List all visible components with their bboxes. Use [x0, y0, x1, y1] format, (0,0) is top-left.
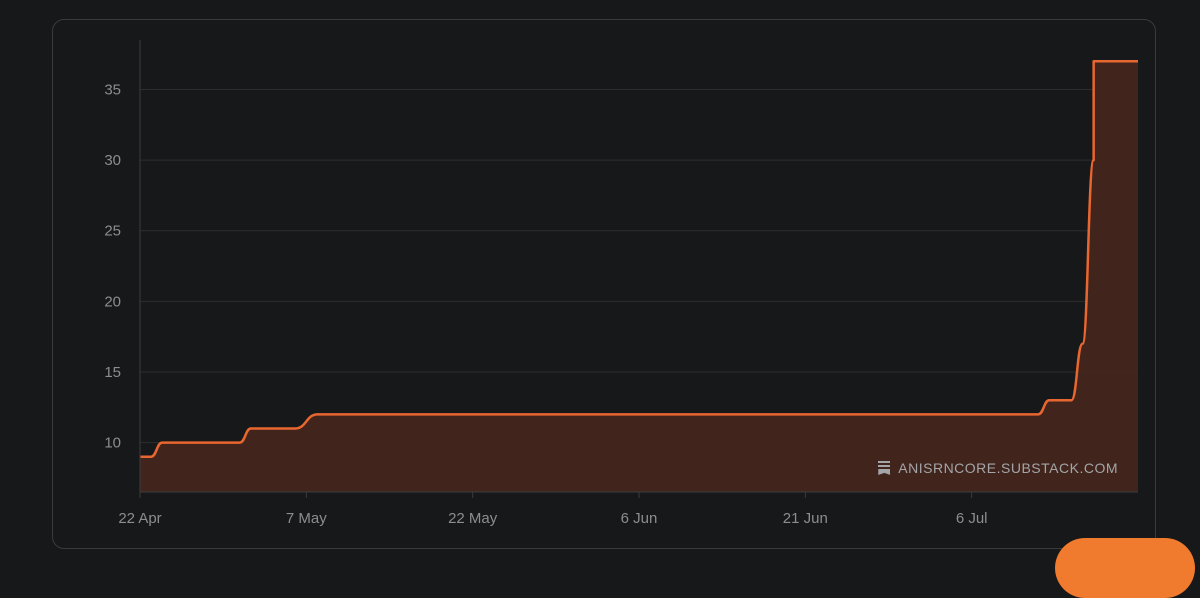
y-tick-label: 30 [104, 152, 121, 169]
y-tick-label: 15 [104, 364, 121, 381]
substack-bookmark-icon [878, 461, 891, 475]
x-tick-label: 22 May [448, 510, 498, 527]
y-tick-label: 20 [104, 293, 121, 310]
series-line [140, 59, 1138, 458]
floating-action-button[interactable] [1055, 538, 1195, 598]
watermark-text: ANISRNCORE.SUBSTACK.COM [898, 460, 1118, 476]
x-tick-label: 21 Jun [783, 510, 828, 527]
y-tick-label: 10 [104, 435, 121, 452]
x-tick-label: 6 Jun [621, 510, 658, 527]
y-axis-ticks: 10 15 20 25 30 35 [104, 81, 121, 451]
x-tick-label: 6 Jul [956, 510, 988, 527]
watermark: ANISRNCORE.SUBSTACK.COM [878, 460, 1118, 476]
y-tick-label: 25 [104, 223, 121, 240]
y-tick-label: 35 [104, 81, 121, 98]
x-tick-label: 7 May [286, 510, 327, 527]
chart-line-group [140, 59, 1138, 458]
chart-gridlines [140, 88, 1138, 444]
x-tick-label: 22 Apr [118, 510, 161, 527]
x-axis-ticks: 22 Apr 7 May 22 May 6 Jun 21 Jun 6 Jul [118, 492, 988, 527]
